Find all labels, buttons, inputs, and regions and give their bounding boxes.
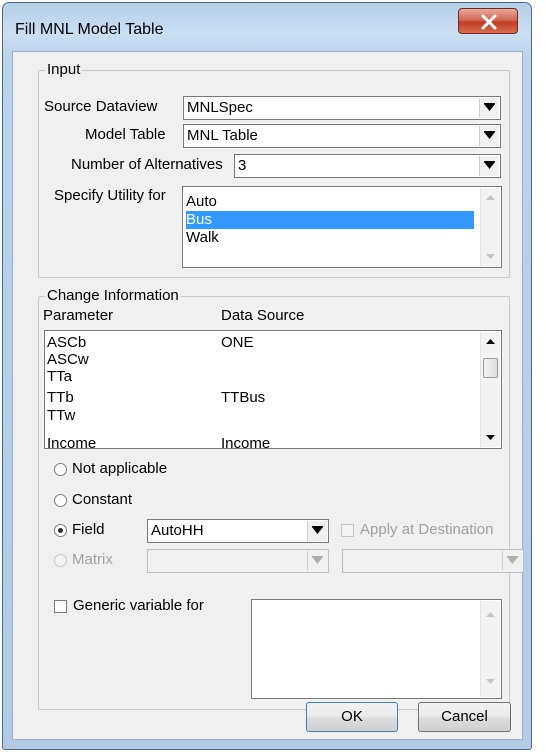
chevron-down-icon[interactable] [307,551,327,571]
scroll-up-icon[interactable] [486,612,495,617]
generic-variable-list[interactable] [251,599,502,699]
dialog-window: Fill MNL Model Table Input Source Datavi… [2,2,532,750]
parameter-list-scrollbar[interactable] [480,332,500,447]
chevron-down-icon[interactable] [502,551,522,571]
matrix-radio[interactable] [54,554,67,567]
scroll-down-icon[interactable] [486,679,495,684]
close-icon [481,14,497,30]
cancel-button[interactable]: Cancel [418,702,511,732]
scroll-thumb[interactable] [483,358,498,378]
constant-label[interactable]: Constant [72,491,132,509]
data-source-cell[interactable]: ONE [221,334,254,352]
field-radio[interactable] [54,524,67,537]
source-dataview-label: Source Dataview [44,98,158,115]
scroll-up-icon[interactable] [486,339,495,344]
input-group-legend: Input [45,61,83,78]
chevron-down-icon[interactable] [479,156,499,176]
chevron-down-icon[interactable] [479,126,499,146]
specify-utility-list[interactable]: Auto Bus Walk [182,186,502,268]
field-select[interactable]: AutoHH [147,519,329,543]
parameter-cell[interactable]: TTb [47,389,74,407]
list-item[interactable]: Walk [186,229,476,247]
chevron-down-icon[interactable] [307,521,327,541]
window-title: Fill MNL Model Table [15,21,164,38]
field-label[interactable]: Field [72,521,105,539]
constant-radio[interactable] [54,494,67,507]
num-alternatives-select[interactable]: 3 [234,154,501,178]
specify-utility-label: Specify Utility for [54,187,166,204]
matrix-core-select[interactable] [342,549,524,573]
scroll-up-icon[interactable] [486,195,495,200]
not-applicable-radio[interactable] [54,463,67,476]
matrix-select[interactable] [147,549,329,573]
parameter-list[interactable]: ASCb ONE ASCw TTa TTb TTBus TTw Income I… [44,330,502,449]
num-alternatives-label: Number of Alternatives [71,156,223,173]
apply-at-destination-checkbox[interactable] [341,524,354,537]
generic-variable-label[interactable]: Generic variable for [73,597,204,615]
scroll-down-icon[interactable] [486,435,495,440]
close-button[interactable] [458,8,518,34]
generic-list-scrollbar[interactable] [480,601,500,697]
parameter-column-header: Parameter [43,307,114,324]
utility-list-scrollbar[interactable] [480,188,500,266]
chevron-down-icon[interactable] [479,98,499,118]
not-applicable-label[interactable]: Not applicable [72,460,167,478]
model-table-select[interactable]: MNL Table [183,124,501,148]
radio-selected-dot [58,528,63,533]
dialog-body: Input Source Dataview MNLSpec Model Tabl… [12,51,524,740]
scroll-down-icon[interactable] [486,254,495,259]
parameter-cell[interactable]: TTa [47,368,72,386]
parameter-cell[interactable]: ASCb [47,334,86,352]
parameter-cell[interactable]: ASCw [47,351,89,369]
data-source-cell[interactable]: TTBus [221,389,265,407]
list-item-selected[interactable]: Bus [186,211,474,229]
data-source-cell[interactable]: Income [221,435,270,448]
apply-at-destination-label: Apply at Destination [360,521,494,538]
model-table-label: Model Table [85,126,166,143]
data-source-column-header: Data Source [221,307,305,324]
generic-variable-checkbox[interactable] [54,600,67,613]
parameter-cell[interactable]: TTw [47,407,75,425]
matrix-label: Matrix [72,551,113,568]
parameter-cell[interactable]: Income [47,435,96,448]
source-dataview-select[interactable]: MNLSpec [183,96,501,120]
change-information-legend: Change Information [45,287,181,304]
ok-button[interactable]: OK [306,702,398,732]
list-item[interactable]: Auto [186,193,476,211]
